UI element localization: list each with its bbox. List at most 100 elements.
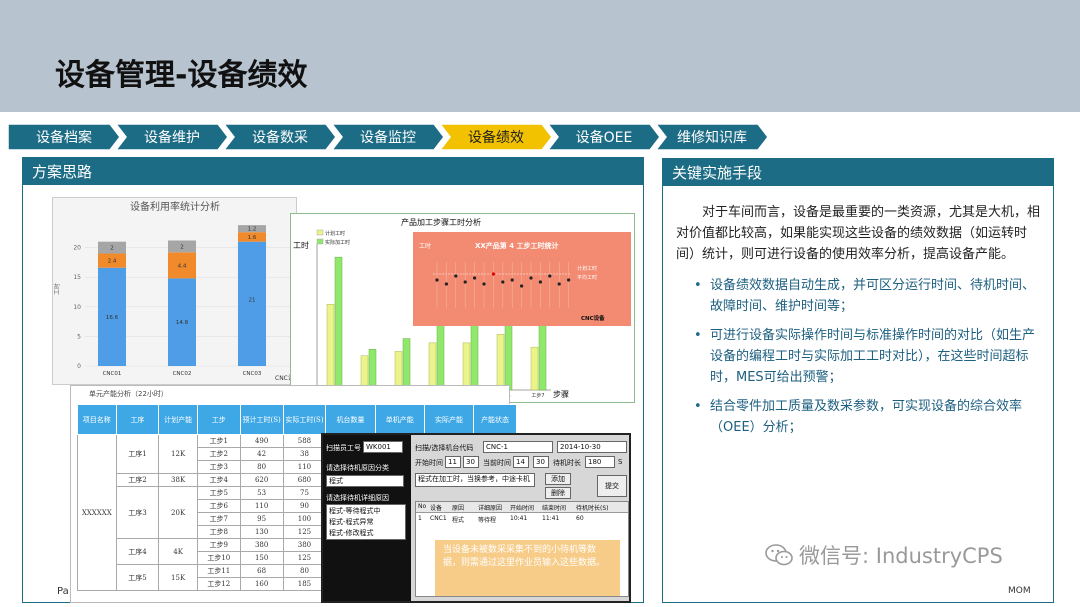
column-header: 实际工时(S) (282, 404, 327, 435)
table-cell: 工序2 (115, 473, 160, 487)
inset-point (567, 278, 571, 282)
y-tick-label: 15 (73, 274, 81, 281)
table-cell: 工序5 (115, 564, 160, 591)
table-cell: 588 (282, 434, 327, 448)
bar-segment (238, 241, 266, 366)
grid-cell: 等待程 (478, 517, 497, 524)
table-cell: 工步3 (196, 460, 241, 474)
chart-title: 产品加工步骤工时分析 (401, 217, 481, 227)
watermark-text: 微信号: IndustryCPS (799, 544, 1003, 568)
inset-point (548, 274, 552, 278)
left-panel-title: 方案思路 (22, 157, 644, 185)
column-header: 机台数量 (325, 404, 376, 435)
nav-step-label: 设备维护 (144, 130, 200, 146)
wechat-icon (765, 544, 793, 566)
y-tick-label: 10 (73, 304, 81, 311)
column-header: 单机产能 (374, 404, 425, 435)
inset-point (510, 278, 514, 282)
grid-data-row[interactable]: 1 CNC1 程式 等待程 10:41 11:41 60 (416, 514, 628, 525)
nav-step-label: 设备OEE (575, 130, 633, 146)
note-callout: 当设备未被数采采集不到的小待机等数据，则需通过这里作业员输入这些数据。 (435, 540, 620, 596)
inset-x-label: CNC设备 (581, 314, 605, 322)
inset-point (473, 276, 477, 280)
bar-value-label: 2.4 (108, 259, 117, 265)
y-tick-label: 20 (73, 245, 81, 252)
remark-input[interactable]: 程式在加工时，当换参考，中途卡机 (415, 473, 535, 487)
duration-input[interactable]: 180 (585, 456, 615, 468)
grid-cell: 程式 (452, 517, 465, 524)
reason-detail-label: 请选择待机详细原因 (326, 494, 389, 502)
reason-category-select[interactable]: 程式 (326, 475, 404, 487)
legend-label: 计划工时 (325, 230, 345, 237)
nav-step-7[interactable]: 维修知识库 (656, 124, 768, 150)
list-item[interactable]: 程式-程式异常 (329, 517, 374, 527)
chart-title: 设备利用率统计分析 (130, 200, 220, 213)
inset-y-label: 工时 (419, 242, 431, 250)
x-tick-label: CNC01 (103, 371, 122, 377)
grid-column-header: 开始时间 (510, 505, 535, 512)
bar-value-label: 1.2 (248, 227, 257, 233)
legend-label: 实际加工时 (325, 239, 350, 246)
delete-button[interactable]: 删除 (545, 487, 571, 499)
table-cell: 80 (282, 564, 327, 578)
inset-legend: 平均工时 (577, 274, 597, 281)
table-cell: 38 (282, 447, 327, 461)
table-cell: 42 (239, 447, 284, 461)
nav-step-1[interactable]: 设备档案 (8, 124, 120, 150)
start-time-label: 开始时间 (415, 459, 443, 467)
table-cell: 160 (239, 577, 284, 591)
inset-point (482, 282, 486, 286)
device-code-select[interactable]: CNC-1 (483, 441, 553, 453)
x-axis-label: 步骤 (553, 390, 569, 399)
list-item[interactable]: 程式-修改程式 (329, 528, 374, 538)
right-panel-content: 对于车间而言，设备是最重要的一类资源，尤其是大机，相对价值都比较高，如果能实现这… (676, 202, 1046, 446)
add-button[interactable]: 添加 (545, 473, 571, 485)
table-cell: 380 (239, 538, 284, 552)
utilization-chart-panel: 设备利用率统计分析 工时 0 5 10 15 20 16.6 2.4 2 CNC01 14.8 4.4 2… (52, 197, 297, 385)
table-cell: 38K (158, 473, 198, 487)
grid-cell: 11:41 (542, 515, 560, 522)
watermark: 微信号: IndustryCPS (765, 540, 1003, 570)
inset-point (454, 274, 458, 278)
table-cell: 工步9 (196, 538, 241, 552)
table-cell: 680 (282, 473, 327, 487)
nav-step-2[interactable]: 设备维护 (116, 124, 228, 150)
list-item[interactable]: 程式-等待程式中 (329, 506, 381, 516)
table-cell: 工步5 (196, 486, 241, 500)
nav-step-label: 设备监控 (360, 130, 416, 146)
footer-right-text: MOM (1008, 586, 1031, 596)
bar-planned (496, 334, 505, 391)
current-hour-input[interactable]: 14 (513, 456, 529, 468)
table-cell: 100 (282, 512, 327, 526)
nav-step-6[interactable]: 设备OEE (548, 124, 660, 150)
current-minute-input[interactable]: 30 (533, 456, 549, 468)
submit-button[interactable]: 提交 (597, 475, 627, 497)
date-picker[interactable]: 2014-10-30 (557, 441, 627, 453)
bullet-list: 设备绩效数据自动生成，并可区分运行时间、待机时间、故障时间、维护时间等； 可进行… (676, 275, 1046, 438)
table-cell: 工步4 (196, 473, 241, 487)
inset-title: XX产品第 4 工步工时统计 (475, 241, 559, 250)
start-hour-input[interactable]: 11 (445, 456, 461, 468)
table-cell: 68 (239, 564, 284, 578)
nav-step-5[interactable]: 设备绩效 (440, 124, 552, 150)
grid-column-header: 原因 (452, 505, 465, 512)
operator-input[interactable]: WK001 (363, 441, 403, 453)
bullet-item: 可进行设备实际操作时间与标准操作时间的对比（如生产设备的编程工时与实际加工工时对… (676, 325, 1046, 388)
nav-step-3[interactable]: 设备数采 (224, 124, 336, 150)
y-tick-label: 5 (77, 333, 81, 340)
grid-cell: CNC1 (430, 515, 447, 522)
reason-detail-list[interactable]: 程式-等待程式中 程式-程式异常 程式-修改程式 (326, 504, 406, 540)
x-tick-label: CNC02 (173, 371, 192, 377)
table-cell: 125 (282, 525, 327, 539)
table-cell: 工步12 (196, 577, 241, 591)
bar-value-label: 21 (249, 298, 256, 304)
bar-planned (326, 304, 335, 391)
nav-step-4[interactable]: 设备监控 (332, 124, 444, 150)
grid-cell: 10:41 (510, 515, 528, 522)
table-cell: 80 (239, 460, 284, 474)
bar-value-label: 1.6 (248, 235, 257, 241)
table-cell: 20K (158, 486, 198, 539)
table-cell: 工序4 (115, 538, 160, 565)
start-minute-input[interactable]: 30 (463, 456, 479, 468)
table-cell: 490 (239, 434, 284, 448)
